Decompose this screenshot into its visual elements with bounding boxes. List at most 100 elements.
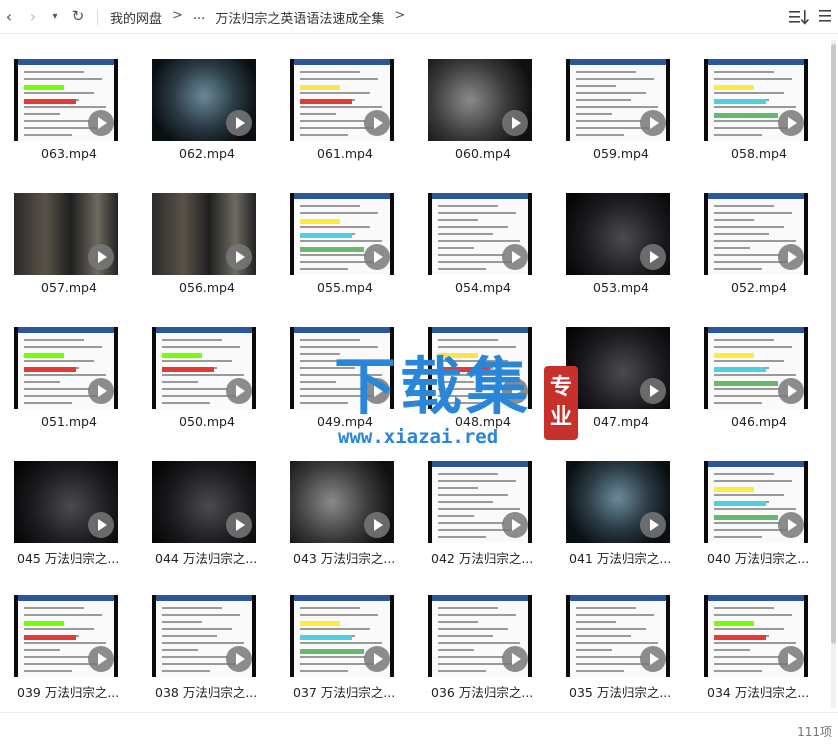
file-name: 046.mp4 (731, 414, 787, 429)
scrollbar-thumb[interactable] (831, 44, 836, 644)
play-icon[interactable] (640, 646, 666, 672)
file-item[interactable]: 043 万法归宗之... (276, 436, 414, 570)
file-item[interactable]: 035 万法归宗之... (552, 570, 690, 704)
highlighted-line (162, 367, 214, 372)
play-icon[interactable] (502, 378, 528, 404)
document-line (300, 353, 340, 355)
file-item[interactable]: 042 万法归宗之... (414, 436, 552, 570)
play-icon[interactable] (226, 646, 252, 672)
vertical-scrollbar[interactable] (831, 40, 836, 708)
document-ribbon (432, 327, 528, 333)
play-icon[interactable] (88, 512, 114, 538)
document-line (300, 607, 360, 609)
file-item[interactable]: 038 万法归宗之... (138, 570, 276, 704)
file-item[interactable]: 036 万法归宗之... (414, 570, 552, 704)
play-icon[interactable] (778, 378, 804, 404)
file-item[interactable]: 057.mp4 (0, 168, 138, 302)
document-line (24, 607, 84, 609)
refresh-button[interactable]: ↻ (68, 4, 88, 28)
document-line (438, 642, 520, 644)
play-icon[interactable] (502, 244, 528, 270)
document-line (438, 522, 504, 524)
back-button[interactable]: ‹ (0, 4, 18, 28)
file-item[interactable]: 060.mp4 (414, 34, 552, 168)
file-item[interactable]: 049.mp4 (276, 302, 414, 436)
play-icon[interactable] (640, 378, 666, 404)
document-line (438, 247, 474, 249)
play-icon[interactable] (640, 244, 666, 270)
file-item[interactable]: 041 万法归宗之... (552, 436, 690, 570)
play-icon[interactable] (226, 110, 252, 136)
play-icon[interactable] (88, 110, 114, 136)
play-icon[interactable] (502, 646, 528, 672)
play-icon[interactable] (226, 378, 252, 404)
play-icon[interactable] (640, 110, 666, 136)
file-item[interactable]: 062.mp4 (138, 34, 276, 168)
document-line (24, 402, 72, 404)
sort-icon[interactable] (788, 8, 810, 26)
play-icon[interactable] (502, 512, 528, 538)
play-icon[interactable] (88, 244, 114, 270)
document-ribbon (708, 327, 804, 333)
play-icon[interactable] (364, 378, 390, 404)
play-icon[interactable] (364, 110, 390, 136)
file-item[interactable]: 053.mp4 (552, 168, 690, 302)
video-thumbnail (14, 461, 118, 543)
file-item[interactable]: 052.mp4 (690, 168, 828, 302)
file-item[interactable]: 063.mp4 (0, 34, 138, 168)
file-item[interactable]: 034 万法归宗之... (690, 570, 828, 704)
document-ribbon (294, 595, 390, 601)
file-name: 057.mp4 (41, 280, 97, 295)
file-item[interactable]: 056.mp4 (138, 168, 276, 302)
breadcrumb-current[interactable]: 万法归宗之英语语法速成全集 (215, 8, 384, 27)
play-icon[interactable] (226, 244, 252, 270)
document-line (162, 381, 198, 383)
breadcrumb-separator: > (394, 8, 406, 23)
highlighted-line (24, 353, 64, 358)
document-line (576, 113, 612, 115)
file-item[interactable]: 059.mp4 (552, 34, 690, 168)
file-item[interactable]: 058.mp4 (690, 34, 828, 168)
document-line (162, 374, 244, 376)
file-item[interactable]: 039 万法归宗之... (0, 570, 138, 704)
file-item[interactable]: 044 万法归宗之... (138, 436, 276, 570)
file-item[interactable]: 054.mp4 (414, 168, 552, 302)
document-ribbon (570, 595, 666, 601)
forward-button[interactable]: › (24, 4, 42, 28)
play-icon[interactable] (778, 646, 804, 672)
document-line (300, 395, 374, 397)
history-dropdown-button[interactable]: ▾ (48, 4, 62, 28)
document-line (714, 240, 796, 242)
play-icon[interactable] (364, 512, 390, 538)
play-icon[interactable] (778, 244, 804, 270)
menu-icon[interactable] (818, 9, 832, 23)
file-item[interactable]: 040 万法归宗之... (690, 436, 828, 570)
file-item[interactable]: 045 万法归宗之... (0, 436, 138, 570)
play-icon[interactable] (778, 512, 804, 538)
document-ribbon (294, 193, 390, 199)
play-icon[interactable] (226, 512, 252, 538)
file-item[interactable]: 046.mp4 (690, 302, 828, 436)
document-line (714, 670, 762, 672)
play-icon[interactable] (88, 646, 114, 672)
play-icon[interactable] (778, 110, 804, 136)
file-item[interactable]: 050.mp4 (138, 302, 276, 436)
highlighted-line (714, 367, 766, 372)
breadcrumb-ellipsis[interactable]: ... (193, 8, 205, 27)
breadcrumb-root[interactable]: 我的网盘 (110, 8, 162, 27)
play-icon[interactable] (640, 512, 666, 538)
document-line (714, 508, 796, 510)
play-icon[interactable] (364, 244, 390, 270)
file-item[interactable]: 047.mp4 (552, 302, 690, 436)
file-item[interactable]: 048.mp4 (414, 302, 552, 436)
document-line (714, 71, 774, 73)
play-icon[interactable] (364, 646, 390, 672)
file-item[interactable]: 055.mp4 (276, 168, 414, 302)
file-item[interactable]: 037 万法归宗之... (276, 570, 414, 704)
document-line (438, 219, 478, 221)
play-icon[interactable] (88, 378, 114, 404)
file-item[interactable]: 051.mp4 (0, 302, 138, 436)
play-icon[interactable] (502, 110, 528, 136)
document-line (576, 85, 616, 87)
file-item[interactable]: 061.mp4 (276, 34, 414, 168)
